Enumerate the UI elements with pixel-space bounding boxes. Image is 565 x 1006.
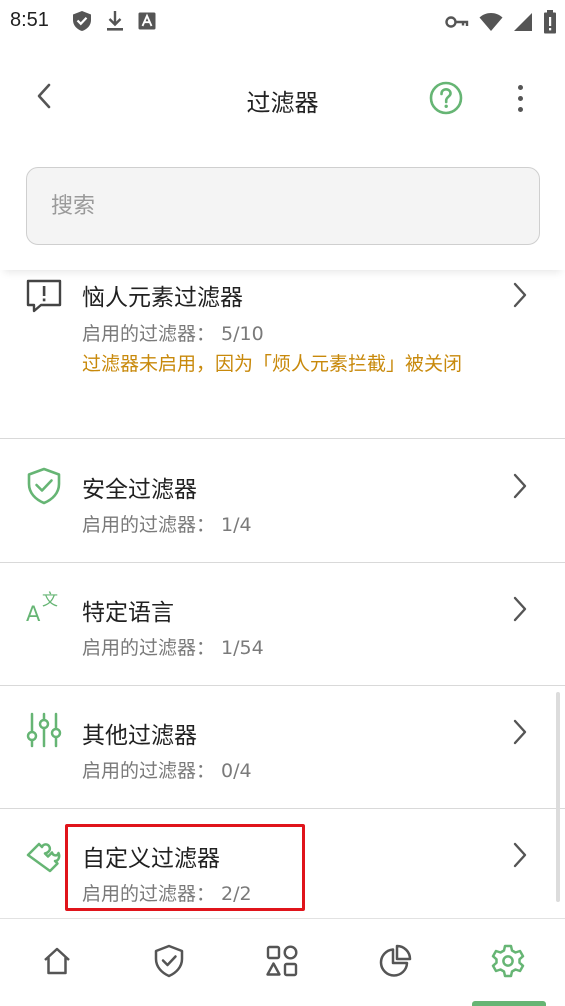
nav-settings[interactable]	[488, 943, 528, 983]
sliders-icon	[24, 710, 64, 750]
more-dot	[517, 106, 523, 112]
filter-subtitle: 启用的过滤器： 0/4	[82, 760, 252, 782]
nav-home[interactable]	[37, 943, 77, 983]
apps-icon	[265, 944, 299, 982]
filter-item-annoyances[interactable]: 恼人元素过滤器 启用的过滤器： 5/10 过滤器未启用，因为「烦人元素拦截」被关…	[0, 270, 565, 439]
nav-apps[interactable]	[262, 943, 302, 983]
settings-icon	[490, 943, 526, 983]
more-button[interactable]	[505, 78, 535, 118]
filter-title: 特定语言	[82, 600, 174, 626]
more-dot	[517, 84, 523, 90]
active-nav-indicator	[472, 1001, 546, 1006]
chevron-right-icon	[508, 280, 532, 310]
filter-item-other[interactable]: 其他过滤器 启用的过滤器： 0/4	[0, 686, 565, 808]
search-input[interactable]	[26, 167, 540, 245]
svg-text:A: A	[26, 602, 41, 626]
key-icon	[445, 15, 469, 29]
status-bar: 8:51	[0, 0, 565, 44]
status-left-icons	[72, 10, 156, 32]
filter-warning: 过滤器未启用，因为「烦人元素拦截」被关闭	[82, 353, 463, 375]
more-dot	[517, 95, 523, 101]
search-area	[0, 146, 565, 270]
filter-subtitle: 启用的过滤器： 1/54	[82, 637, 264, 659]
filter-subtitle: 启用的过滤器： 2/2	[82, 883, 252, 905]
nav-statistics[interactable]	[375, 943, 415, 983]
divider	[0, 438, 565, 439]
filter-title: 恼人元素过滤器	[82, 285, 243, 311]
svg-text:文: 文	[42, 590, 58, 609]
help-circle-icon	[428, 81, 464, 120]
scrollbar[interactable]	[556, 692, 560, 902]
shield-check-icon	[72, 10, 92, 32]
filter-item-security[interactable]: 安全过滤器 启用的过滤器： 1/4	[0, 440, 565, 562]
wifi-icon	[479, 12, 503, 32]
home-icon	[41, 945, 73, 981]
filter-title: 安全过滤器	[82, 477, 197, 503]
status-right-icons	[445, 10, 557, 34]
battery-alert-icon	[543, 10, 557, 34]
chevron-right-icon	[508, 840, 532, 870]
download-icon	[106, 10, 124, 32]
bottom-nav	[0, 918, 565, 1006]
alert-message-icon	[24, 276, 64, 316]
status-time: 8:51	[10, 9, 49, 31]
nav-protection[interactable]	[149, 943, 189, 983]
filter-item-language[interactable]: A文 特定语言 启用的过滤器： 1/54	[0, 563, 565, 685]
filter-item-custom[interactable]: 自定义过滤器 启用的过滤器： 2/2	[0, 809, 565, 918]
signal-icon	[513, 12, 533, 32]
filter-list: 恼人元素过滤器 启用的过滤器： 5/10 过滤器未启用，因为「烦人元素拦截」被关…	[0, 270, 565, 918]
pie-chart-icon	[378, 944, 412, 982]
filter-title: 其他过滤器	[82, 723, 197, 749]
help-button[interactable]	[428, 80, 464, 116]
app-bar: 过滤器	[0, 50, 565, 146]
puzzle-icon	[24, 835, 64, 875]
font-a-icon	[138, 12, 156, 30]
page-title: 过滤器	[246, 89, 319, 117]
chevron-right-icon	[508, 594, 532, 624]
filter-subtitle: 启用的过滤器： 1/4	[82, 514, 252, 536]
chevron-right-icon	[508, 717, 532, 747]
filter-title: 自定义过滤器	[82, 846, 220, 872]
chevron-right-icon	[508, 471, 532, 501]
translate-icon: A文	[24, 587, 64, 627]
filter-subtitle: 启用的过滤器： 5/10	[82, 323, 264, 345]
shield-check-icon	[24, 466, 64, 506]
shield-icon	[153, 944, 185, 982]
